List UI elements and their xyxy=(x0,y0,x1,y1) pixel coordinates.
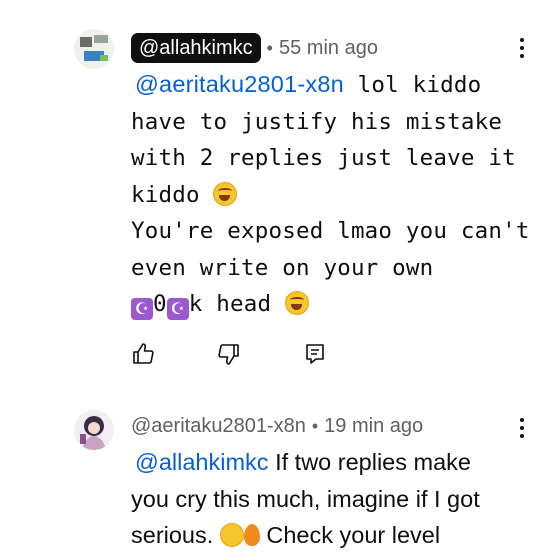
comment-text-line: serious. xyxy=(131,522,214,548)
reply-icon xyxy=(306,344,324,364)
avatar-image xyxy=(74,29,114,69)
mention-link[interactable]: @allahkimkc xyxy=(135,449,269,475)
comment-header: @aeritaku2801-x8n • 19 min ago xyxy=(131,414,423,438)
avatar[interactable] xyxy=(74,29,114,69)
comment-text-line: k head xyxy=(188,291,272,317)
dislike-icon xyxy=(218,344,239,365)
more-options-icon[interactable] xyxy=(510,34,534,62)
comment-actions xyxy=(131,340,389,368)
winking-face-emoji xyxy=(219,523,244,547)
comment-text-line: Check your level xyxy=(266,522,441,548)
fire-emoji xyxy=(243,524,260,546)
comment-text: @allahkimkc If two replies make you cry … xyxy=(131,444,551,554)
like-button[interactable] xyxy=(131,340,217,368)
comment-text-line: even write on your own xyxy=(131,254,434,281)
comment-text-line: you cry this much, imagine if I got xyxy=(131,485,480,512)
author-name[interactable]: @allahkimkc xyxy=(131,33,261,63)
mention-link[interactable]: @aeritaku2801-x8n xyxy=(135,71,344,97)
comment-text: @aeritaku2801-x8n lol kiddo have to just… xyxy=(131,66,551,323)
comment-header: @allahkimkc • 55 min ago xyxy=(131,33,378,63)
author-name[interactable]: @aeritaku2801-x8n xyxy=(131,414,306,438)
avatar-image xyxy=(74,410,114,450)
comment-text-line: kiddo xyxy=(131,181,200,208)
rolling-laughing-emoji xyxy=(284,291,309,315)
separator-dot: • xyxy=(311,415,319,436)
avatar[interactable] xyxy=(74,410,114,450)
comment-text-line: You're exposed lmao you can't xyxy=(131,218,530,244)
comment-text-line: If two replies make xyxy=(268,449,471,475)
comment-text-line: 0 xyxy=(153,291,167,317)
separator-dot: • xyxy=(266,37,273,58)
comment-text-line: lol kiddo xyxy=(343,72,482,98)
more-options-icon[interactable] xyxy=(510,414,534,442)
comment-text-line: with 2 replies just leave it xyxy=(131,145,516,171)
timestamp: 55 min ago xyxy=(278,37,378,59)
timestamp: 19 min ago xyxy=(324,415,424,437)
dislike-button[interactable] xyxy=(217,340,303,368)
like-icon xyxy=(133,343,154,364)
reply-button[interactable] xyxy=(303,340,389,368)
rolling-laughing-emoji xyxy=(213,181,238,206)
crescent-moon-emoji: ☪ xyxy=(166,298,189,320)
comment-text-line: have to justify his mistake xyxy=(131,108,503,135)
crescent-moon-emoji: ☪ xyxy=(131,298,153,320)
